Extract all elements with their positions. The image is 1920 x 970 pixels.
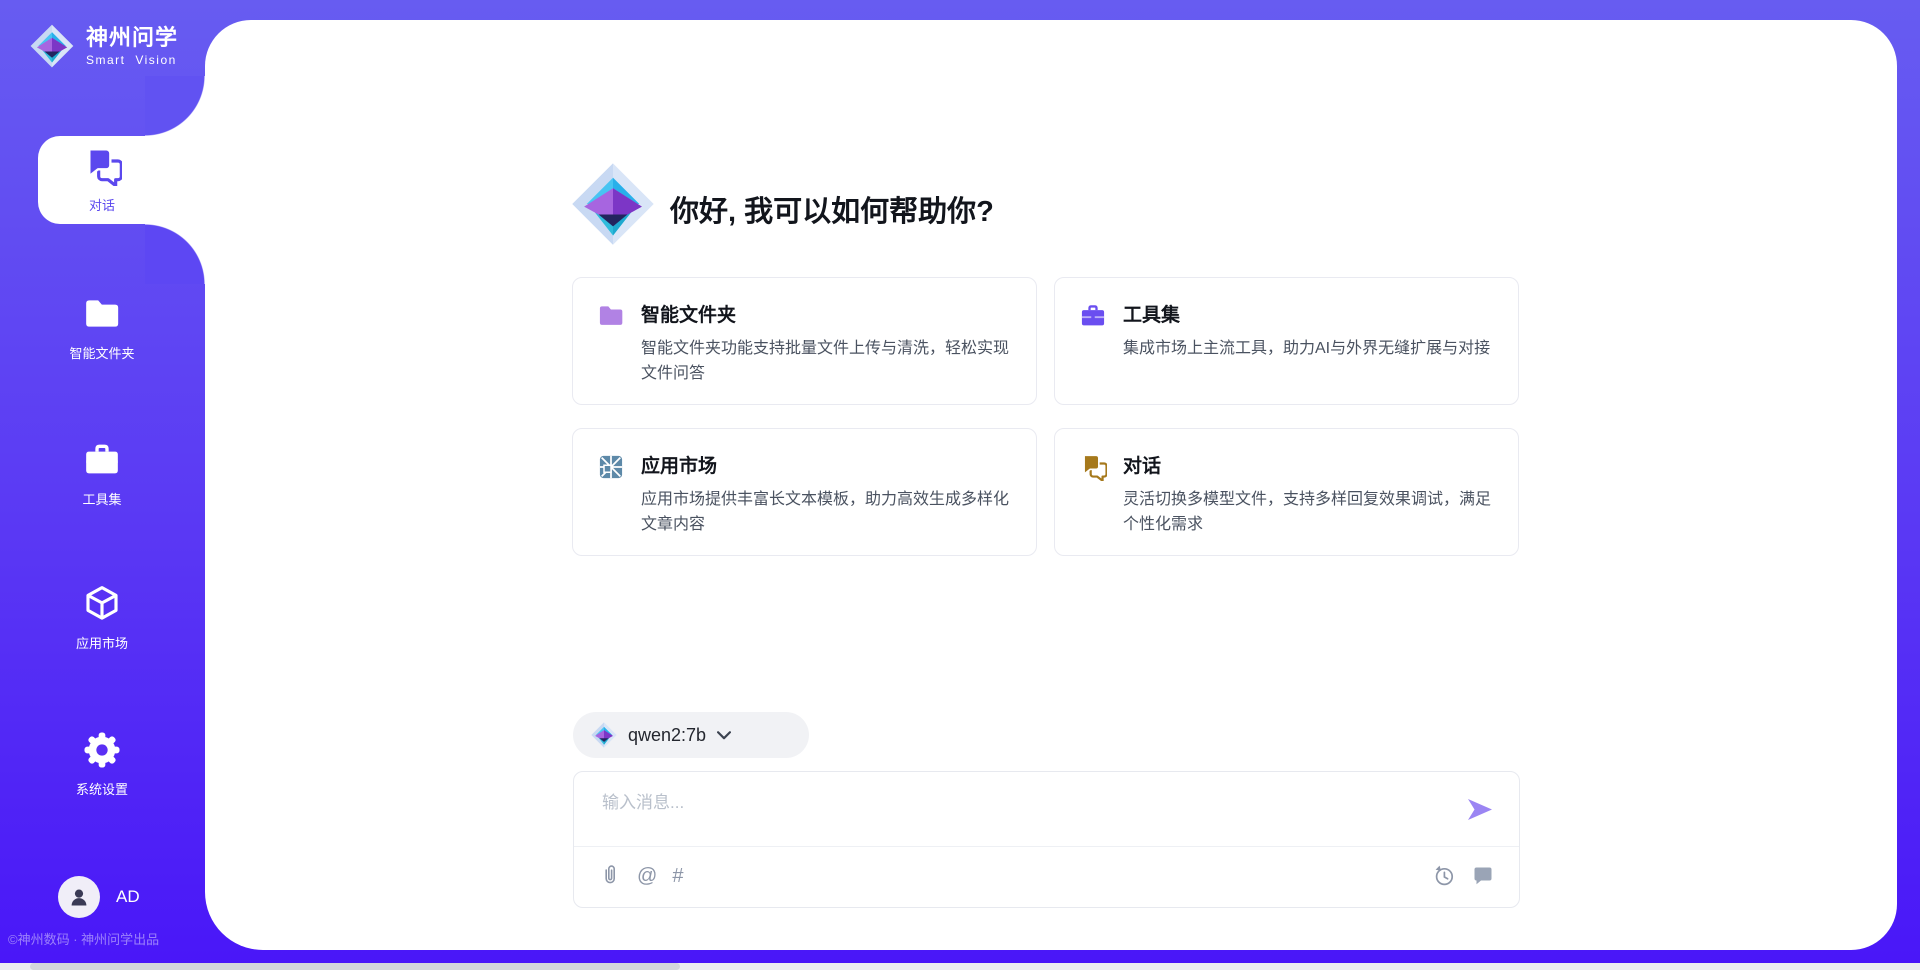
- sidebar-item-smart-folder[interactable]: 智能文件夹: [42, 294, 162, 362]
- card-title: 应用市场: [641, 451, 1012, 478]
- card-title: 对话: [1123, 451, 1494, 478]
- paperclip-icon: [598, 864, 622, 888]
- avatar: [58, 876, 100, 918]
- gear-icon: [82, 730, 122, 770]
- composer-divider: [574, 846, 1519, 847]
- active-tab-fillet-top: [145, 76, 205, 136]
- brand-tagline: Smart Vision: [86, 53, 178, 67]
- model-name: qwen2:7b: [628, 725, 706, 746]
- horizontal-scrollbar[interactable]: [0, 963, 1920, 970]
- brand-name: 神州问学: [86, 25, 178, 51]
- card-description: 集成市场上主流工具，助力AI与外界无缝扩展与对接: [1123, 336, 1490, 361]
- sidebar-item-label: 应用市场: [76, 633, 128, 652]
- brand-diamond-icon: [30, 24, 74, 68]
- sidebar-item-app-market[interactable]: 应用市场: [42, 584, 162, 652]
- chat-icon: [1079, 453, 1107, 481]
- history-clock-icon: [1432, 864, 1456, 888]
- app-window: 神州问学 Smart Vision 对话 智能文件夹 工具集 应: [0, 0, 1920, 970]
- chevron-down-icon: [717, 731, 731, 740]
- sidebar-item-label: 工具集: [82, 489, 121, 508]
- sidebar-item-label: 对话: [89, 195, 115, 214]
- card-app-market[interactable]: 应用市场 应用市场提供丰富长文本模板，助力高效生成多样化文章内容: [572, 428, 1037, 556]
- feature-cards: 智能文件夹 智能文件夹功能支持批量文件上传与清洗，轻松实现文件问答 工具集 集成…: [572, 277, 1519, 556]
- card-smart-folder[interactable]: 智能文件夹 智能文件夹功能支持批量文件上传与清洗，轻松实现文件问答: [572, 277, 1037, 405]
- attach-button[interactable]: [598, 864, 622, 888]
- cube-icon: [82, 584, 122, 624]
- scrollbar-thumb[interactable]: [30, 963, 680, 970]
- copyright-footer: ©神州数码 · 神州问学出品: [8, 929, 159, 948]
- send-button[interactable]: [1463, 792, 1497, 826]
- card-description: 应用市场提供丰富长文本模板，助力高效生成多样化文章内容: [641, 487, 1012, 537]
- message-input[interactable]: [600, 786, 1464, 842]
- app-market-icon: [597, 453, 625, 481]
- folder-icon: [597, 302, 625, 330]
- card-title: 智能文件夹: [641, 300, 1012, 327]
- card-description: 灵活切换多模型文件，支持多样回复效果调试，满足个性化需求: [1123, 487, 1494, 537]
- card-description: 智能文件夹功能支持批量文件上传与清洗，轻松实现文件问答: [641, 336, 1012, 386]
- send-icon: [1465, 795, 1495, 824]
- toolbox-icon: [82, 440, 122, 480]
- greeting-diamond-icon: [571, 160, 655, 248]
- user-profile[interactable]: AD: [58, 876, 140, 918]
- at-icon: @: [637, 865, 657, 887]
- sidebar-item-label: 系统设置: [76, 779, 128, 798]
- conversation-button[interactable]: [1471, 864, 1495, 888]
- card-title: 工具集: [1123, 300, 1490, 327]
- message-composer: @ #: [573, 771, 1520, 908]
- card-chat[interactable]: 对话 灵活切换多模型文件，支持多样回复效果调试，满足个性化需求: [1054, 428, 1519, 556]
- user-name: AD: [116, 887, 140, 907]
- sidebar-item-chat[interactable]: 对话: [42, 146, 162, 214]
- chat-bubble-icon: [1471, 864, 1495, 888]
- folder-icon: [82, 294, 122, 334]
- mention-button[interactable]: @: [637, 864, 657, 888]
- model-diamond-icon: [591, 722, 617, 748]
- topic-button[interactable]: #: [672, 864, 683, 888]
- sidebar-item-toolset[interactable]: 工具集: [42, 440, 162, 508]
- history-button[interactable]: [1432, 864, 1456, 888]
- composer-toolbar: @ #: [598, 856, 1495, 896]
- hash-icon: #: [672, 865, 683, 887]
- greeting-title: 你好, 我可以如何帮助你?: [670, 188, 994, 230]
- sidebar-item-label: 智能文件夹: [69, 343, 134, 362]
- sidebar-item-settings[interactable]: 系统设置: [42, 730, 162, 798]
- person-icon: [67, 885, 91, 909]
- model-selector[interactable]: qwen2:7b: [573, 712, 809, 758]
- brand-logo: 神州问学 Smart Vision: [30, 24, 178, 68]
- active-tab-fillet-bottom: [145, 224, 205, 284]
- card-toolset[interactable]: 工具集 集成市场上主流工具，助力AI与外界无缝扩展与对接: [1054, 277, 1519, 405]
- chat-icon: [82, 146, 122, 186]
- toolbox-icon: [1079, 302, 1107, 330]
